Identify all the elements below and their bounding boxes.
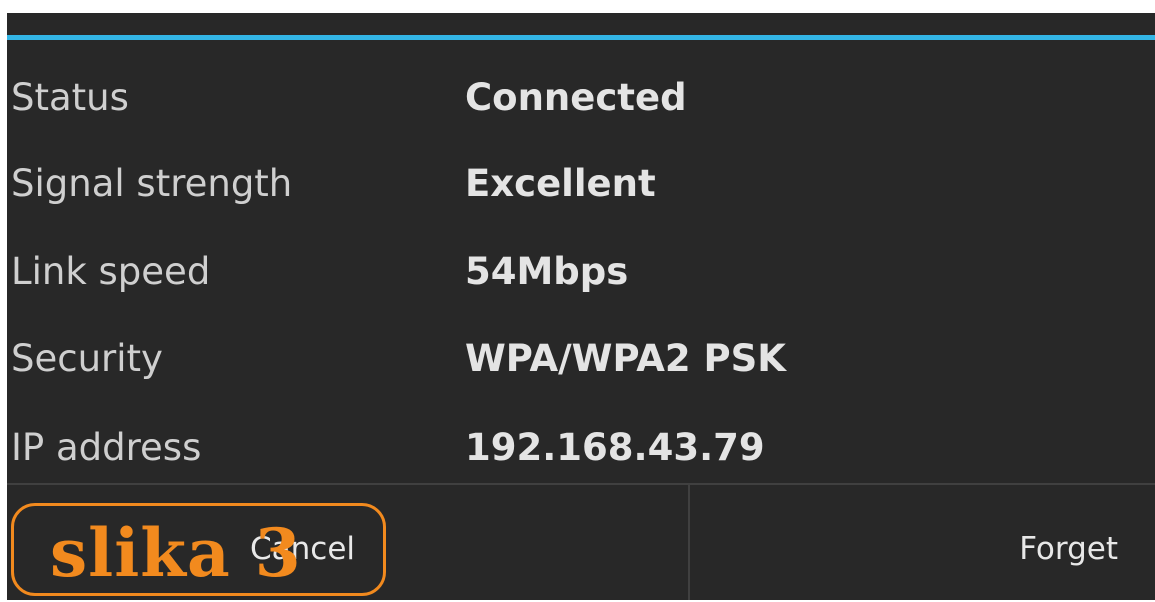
status-value: Connected <box>465 76 687 119</box>
cancel-button[interactable]: Cancel <box>7 485 688 600</box>
cancel-button-label: Cancel <box>250 531 356 567</box>
link-speed-label: Link speed <box>11 250 211 293</box>
signal-strength-label: Signal strength <box>11 162 293 205</box>
signal-strength-value: Excellent <box>465 162 656 205</box>
info-row-ip-address: IP address 192.168.43.79 <box>7 418 1155 478</box>
link-speed-value: 54Mbps <box>465 250 629 293</box>
forget-button[interactable]: Forget <box>690 485 1155 600</box>
info-row-security: Security WPA/WPA2 PSK <box>7 329 1155 389</box>
wifi-network-dialog: Status Connected Signal strength Excelle… <box>7 13 1155 600</box>
dialog-title-divider <box>7 35 1155 40</box>
security-value: WPA/WPA2 PSK <box>465 337 786 380</box>
ip-address-label: IP address <box>11 426 202 469</box>
ip-address-value: 192.168.43.79 <box>465 426 765 469</box>
forget-button-label: Forget <box>1019 531 1118 567</box>
info-row-status: Status Connected <box>7 68 1155 128</box>
dialog-button-bar: Cancel Forget <box>7 483 1155 602</box>
security-label: Security <box>11 337 163 380</box>
info-row-link-speed: Link speed 54Mbps <box>7 242 1155 302</box>
top-strip <box>0 0 1155 13</box>
info-row-signal-strength: Signal strength Excellent <box>7 154 1155 214</box>
status-label: Status <box>11 76 129 119</box>
